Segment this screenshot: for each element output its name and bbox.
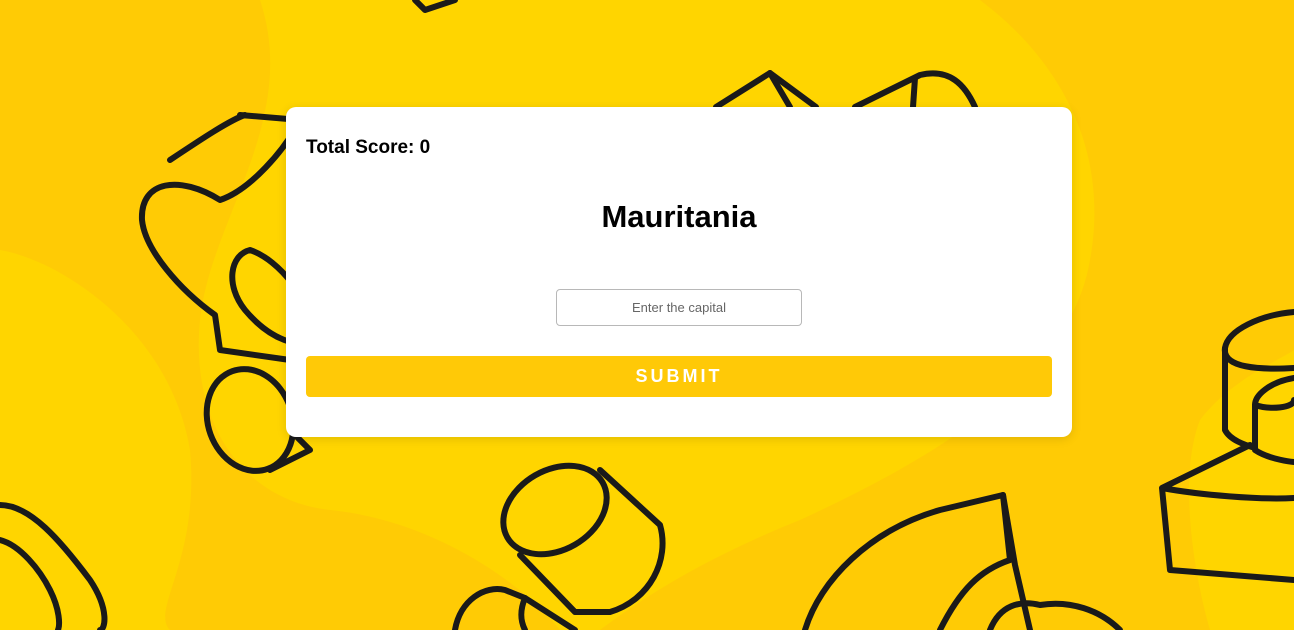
doodle-shape	[452, 586, 528, 630]
quiz-card: Total Score: 0 Mauritania SUBMIT	[286, 107, 1072, 437]
country-name: Mauritania	[601, 199, 757, 234]
capital-input[interactable]	[556, 289, 802, 326]
doodle-shape	[910, 75, 918, 110]
total-score: Total Score: 0	[306, 137, 431, 158]
background-blob	[0, 250, 192, 630]
doodle-shape	[167, 112, 248, 163]
doodle-shape	[987, 600, 1123, 630]
background-blob	[1189, 350, 1294, 630]
submit-button[interactable]: SUBMIT	[306, 356, 1052, 397]
doodle-shape	[802, 492, 1013, 630]
